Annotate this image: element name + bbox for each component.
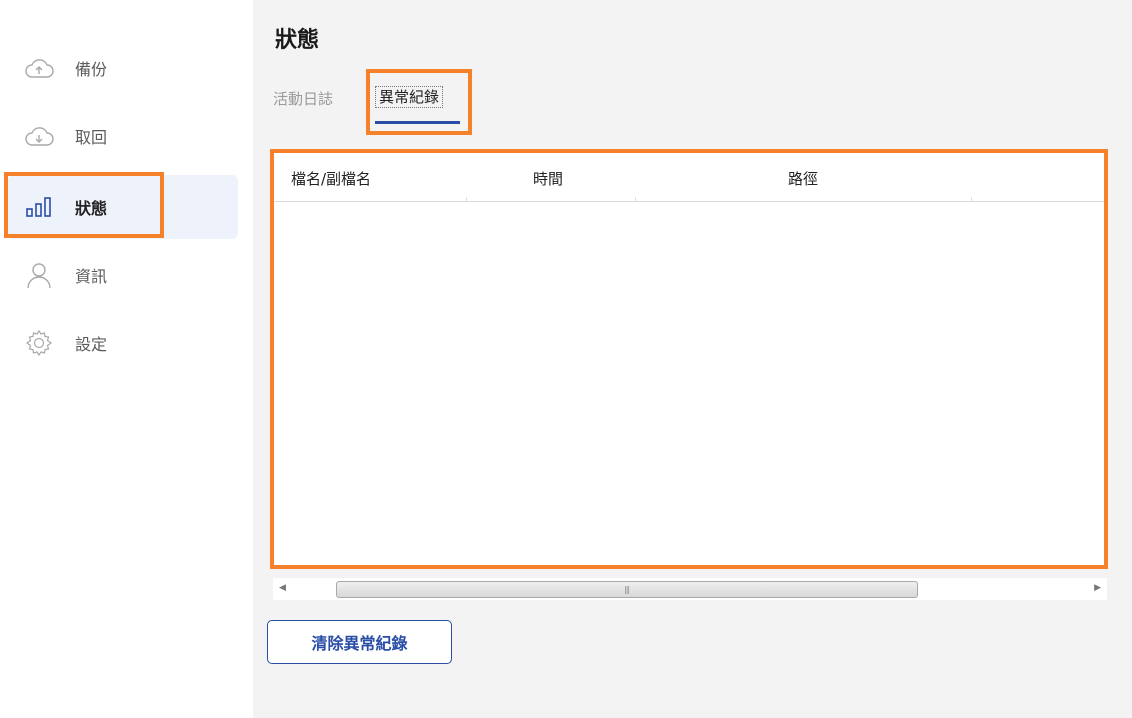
sidebar-item-info[interactable]: 資訊	[8, 243, 238, 307]
error-table: 檔名/副檔名 時間 路徑	[273, 152, 1105, 566]
page-title: 狀態	[275, 28, 320, 53]
scrollbar-thumb[interactable]: |||	[336, 581, 918, 598]
main-panel: 狀態 活動日誌 異常紀錄 檔名/副檔名 時間 路徑 ◀ ||| ▶ 清除異常紀錄	[253, 0, 1132, 718]
sidebar-item-label: 備份	[75, 60, 108, 79]
column-divider[interactable]	[971, 197, 972, 201]
column-header-time[interactable]: 時間	[533, 168, 563, 189]
scroll-right-icon[interactable]: ▶	[1094, 583, 1101, 593]
cloud-download-icon	[23, 120, 55, 152]
scroll-left-icon[interactable]: ◀	[279, 583, 286, 593]
sidebar-item-restore[interactable]: 取回	[8, 104, 238, 168]
sidebar-item-label: 狀態	[75, 199, 108, 218]
sidebar-item-status[interactable]: 狀態	[8, 175, 238, 239]
sidebar: 備份 取回 狀態 資訊 設定	[0, 0, 245, 718]
cloud-upload-icon	[23, 52, 55, 84]
column-divider[interactable]	[635, 197, 636, 201]
sidebar-item-label: 取回	[75, 128, 108, 147]
table-header: 檔名/副檔名 時間 路徑	[273, 152, 1105, 202]
sidebar-item-backup[interactable]: 備份	[8, 36, 238, 100]
tab-error-records[interactable]: 異常紀錄	[375, 86, 444, 108]
gear-icon	[23, 327, 55, 359]
user-icon	[23, 259, 55, 291]
column-header-filename[interactable]: 檔名/副檔名	[291, 168, 371, 189]
horizontal-scrollbar[interactable]: ◀ ||| ▶	[273, 578, 1107, 600]
sidebar-item-label: 設定	[75, 335, 108, 354]
column-header-path[interactable]: 路徑	[788, 168, 818, 189]
sidebar-item-settings[interactable]: 設定	[8, 311, 238, 375]
status-bars-icon	[23, 191, 55, 223]
sidebar-item-label: 資訊	[75, 267, 108, 286]
column-divider[interactable]	[466, 197, 467, 201]
clear-error-records-button[interactable]: 清除異常紀錄	[267, 620, 452, 664]
grip-icon: |||	[624, 585, 630, 594]
active-tab-indicator	[375, 121, 460, 124]
tab-activity-log[interactable]: 活動日誌	[273, 88, 333, 109]
